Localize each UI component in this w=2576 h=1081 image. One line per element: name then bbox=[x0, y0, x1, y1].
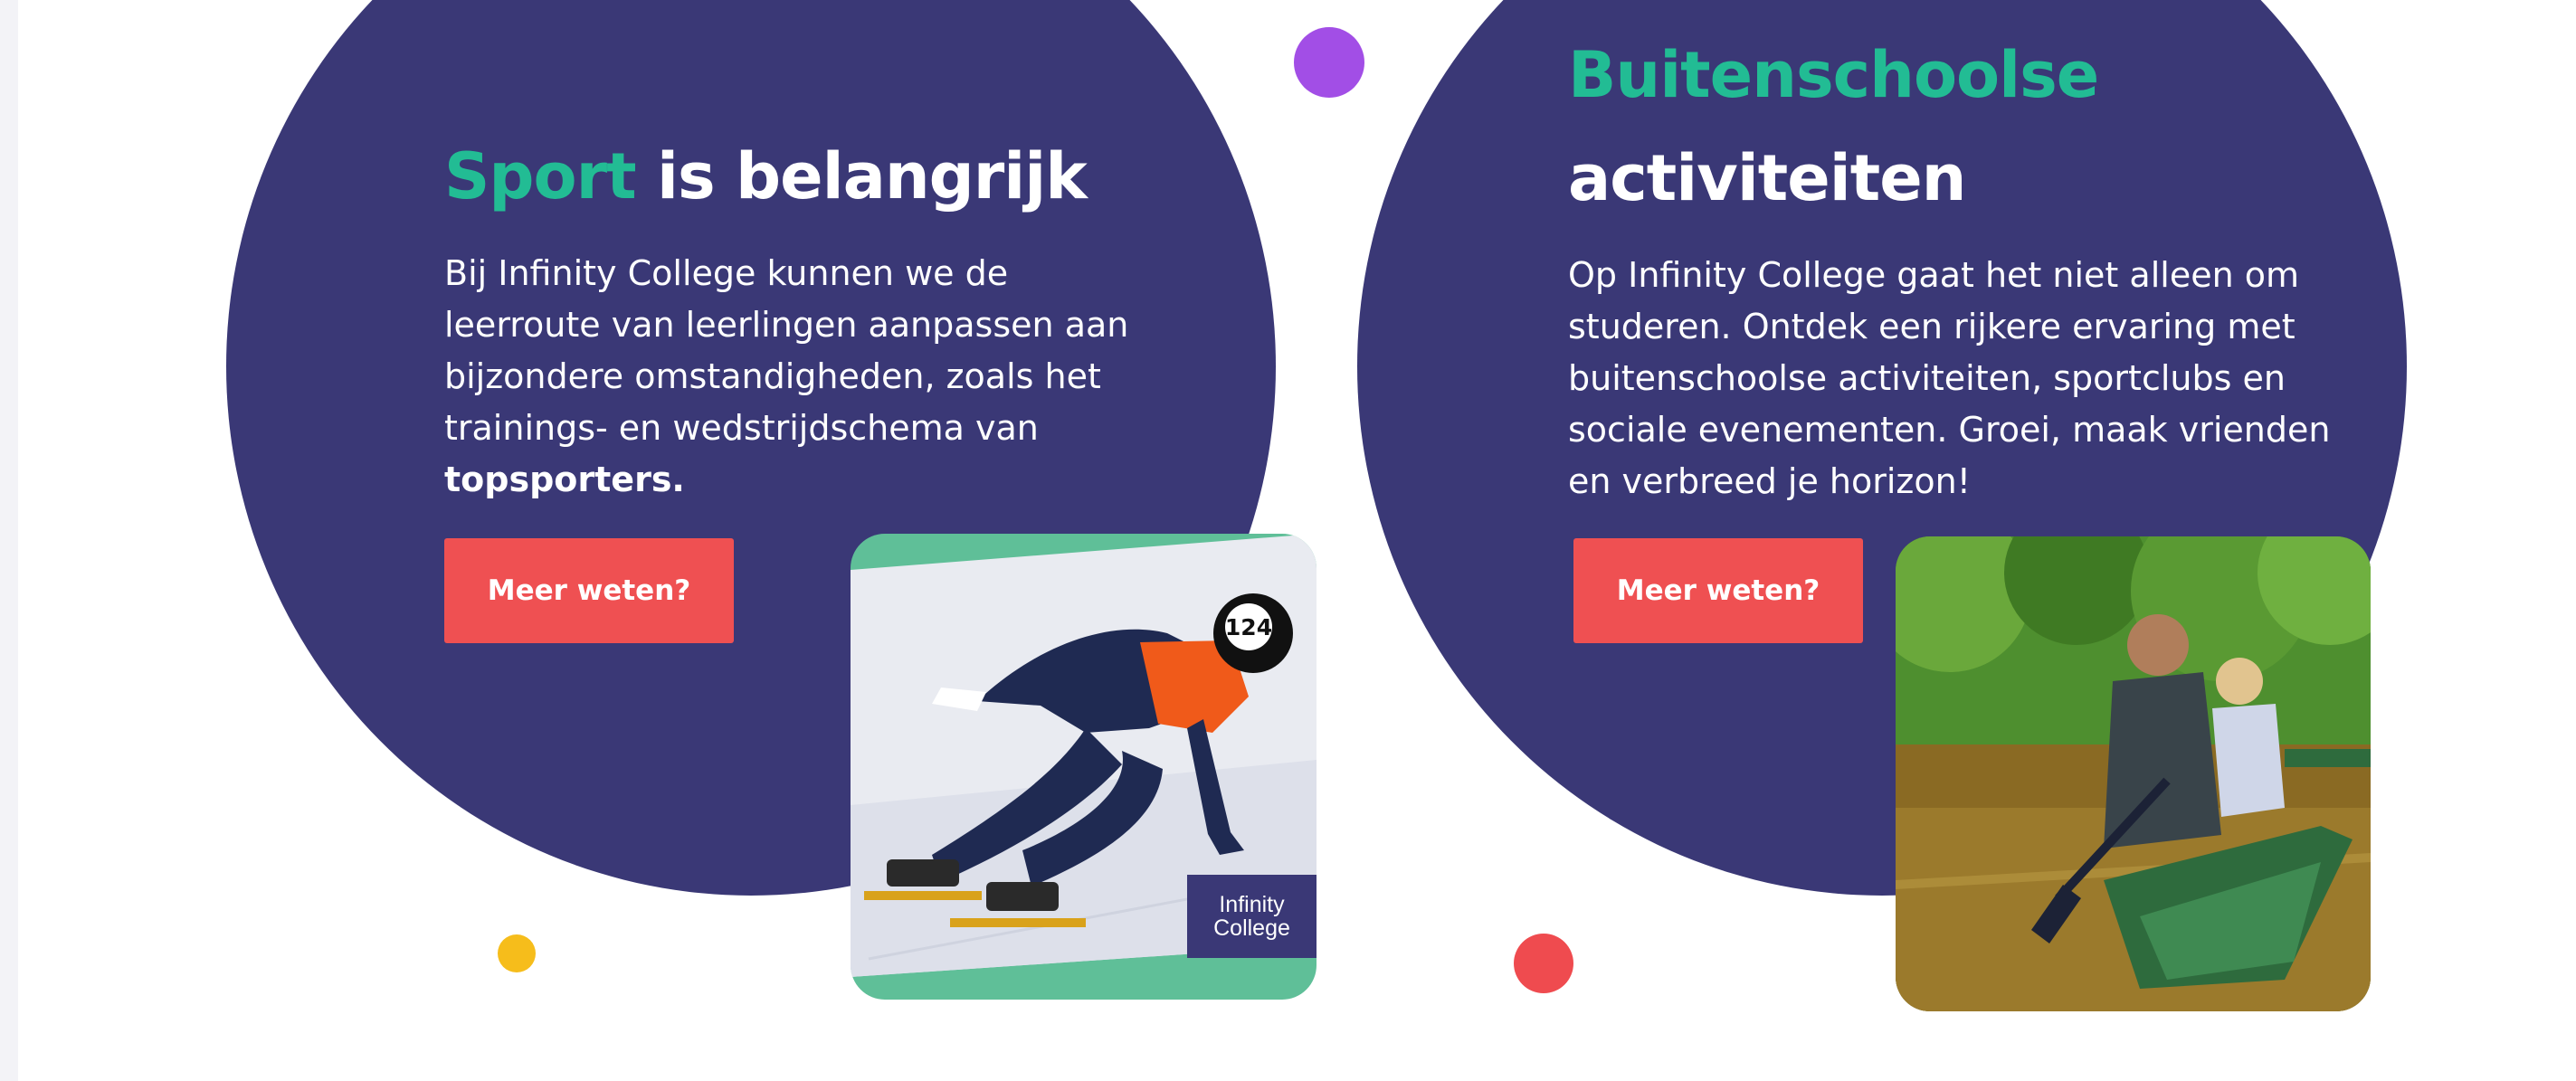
page-edge-strip bbox=[0, 0, 18, 1081]
canoe-photo bbox=[1896, 536, 2371, 1011]
activities-section: Buitenschoolse activiteiten Op Infinity C… bbox=[1568, 24, 2346, 507]
sport-description: Bij Infinity College kunnen we de leerro… bbox=[444, 248, 1168, 506]
activities-more-button[interactable]: Meer weten? bbox=[1573, 538, 1863, 643]
speed-skater-photo: 124 Infinity College bbox=[851, 534, 1317, 1000]
sport-heading: Sport is belangrijk bbox=[444, 125, 1168, 228]
activities-heading-accent: Buitenschoolse bbox=[1568, 38, 2099, 112]
infinity-college-logo: Infinity College bbox=[1187, 875, 1317, 958]
activities-heading-rest: activiteiten bbox=[1568, 141, 1967, 215]
activities-heading: Buitenschoolse activiteiten bbox=[1568, 24, 2346, 230]
sport-section: Sport is belangrijk Bij Infinity College… bbox=[444, 125, 1168, 506]
sport-more-button[interactable]: Meer weten? bbox=[444, 538, 734, 643]
helmet-number: 124 bbox=[1225, 614, 1272, 640]
activities-description: Op Infinity College gaat het niet alleen… bbox=[1568, 255, 2331, 501]
decorative-dot-yellow bbox=[498, 934, 536, 972]
sport-heading-accent: Sport bbox=[444, 139, 637, 213]
decorative-dot-purple bbox=[1294, 27, 1364, 98]
sport-description-bold: topsporters. bbox=[444, 460, 685, 499]
sport-description-text: Bij Infinity College kunnen we de leerro… bbox=[444, 253, 1129, 448]
sport-heading-rest: is belangrijk bbox=[656, 139, 1088, 213]
decorative-dot-red bbox=[1514, 934, 1573, 993]
logo-line-2: College bbox=[1213, 915, 1290, 941]
logo-line-1: Infinity bbox=[1219, 892, 1285, 917]
canoe-illustration bbox=[1896, 536, 2371, 1011]
